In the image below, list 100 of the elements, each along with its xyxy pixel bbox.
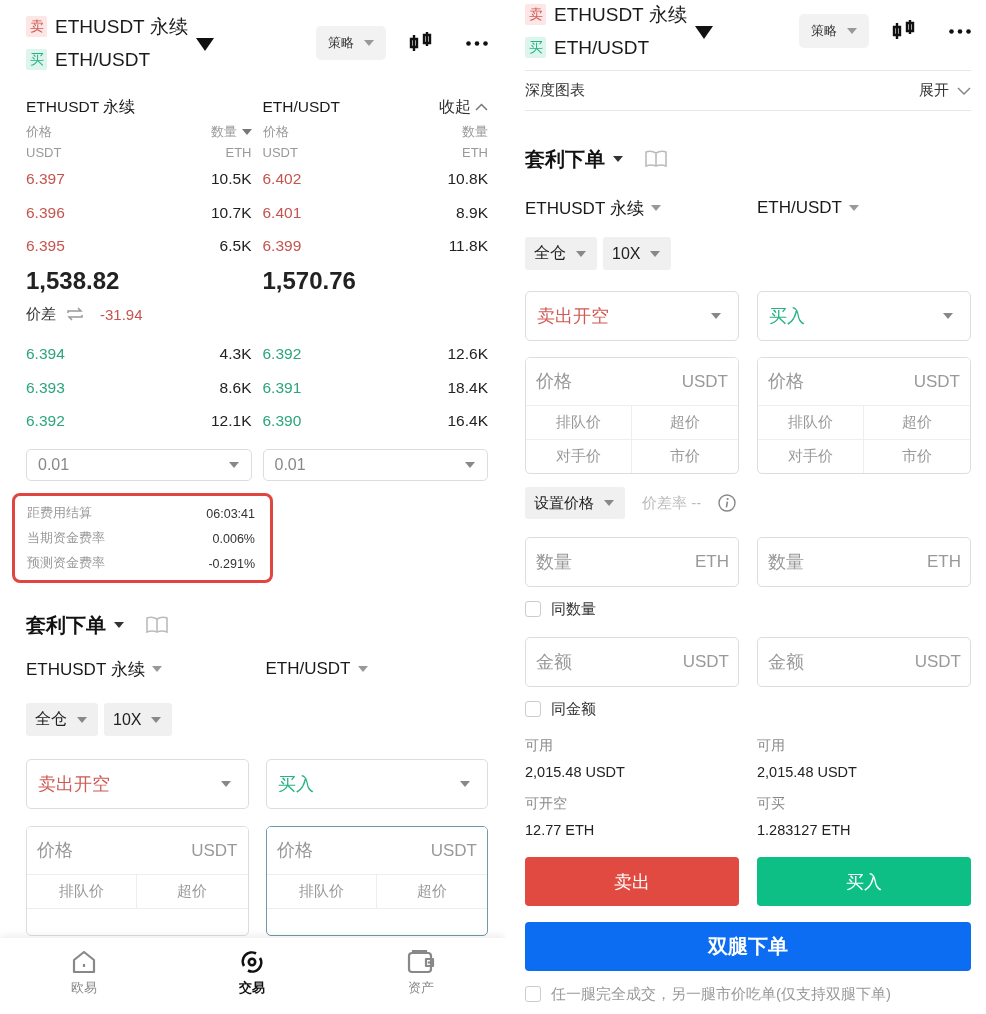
funding-label: 预测资金费率	[27, 555, 105, 573]
section-title: 套利下单	[525, 146, 605, 172]
dropdown-icon[interactable]	[195, 37, 214, 51]
caret-icon	[357, 666, 368, 673]
swap-icon[interactable]	[66, 306, 84, 323]
caret-icon	[847, 28, 857, 34]
last-price: 1,538.82	[26, 266, 121, 297]
spread-value: -31.94	[100, 305, 143, 323]
info-icon[interactable]	[718, 494, 737, 512]
price-level[interactable]: 6.402	[262, 169, 302, 188]
home-icon	[71, 949, 98, 975]
more-icon[interactable]	[466, 40, 488, 46]
balance-value: 1.283127 ETH	[757, 821, 852, 840]
caret-icon	[114, 622, 124, 629]
quick-price-button[interactable]: 排队价	[758, 406, 864, 440]
nav-tab[interactable]: 欧易	[0, 938, 169, 1014]
unit-label: USDT	[682, 652, 729, 672]
caret-icon	[460, 781, 470, 788]
strategy-button[interactable]: 策略	[316, 26, 386, 60]
buy-button[interactable]: 买入	[757, 857, 971, 906]
leg-select[interactable]: ETH/USDT	[757, 198, 859, 218]
precision-select[interactable]: 0.01	[262, 449, 488, 482]
leverage-select[interactable]: 10X	[104, 703, 173, 737]
dropdown-icon[interactable]	[694, 25, 713, 39]
quick-price-button[interactable]: 超价	[137, 875, 248, 910]
price-panel[interactable]: 价格 USDT 排队价 超价	[26, 826, 249, 937]
price-setting-select[interactable]: 设置价格	[525, 487, 625, 519]
quick-price-button[interactable]: 市价	[864, 440, 970, 473]
caret-icon	[711, 313, 721, 319]
strategy-button[interactable]: 策略	[799, 14, 869, 48]
leg-select[interactable]: ETH/USDT	[265, 659, 368, 680]
quick-price-button[interactable]: 排队价	[266, 875, 377, 910]
side-select[interactable]: 卖出开空	[525, 291, 739, 341]
quantity-level: 8.9K	[456, 203, 488, 222]
nav-tab[interactable]: 交易	[168, 938, 337, 1014]
margin-mode-select[interactable]: 全仓	[525, 237, 597, 270]
price-panel[interactable]: 价格 USDT 排队价 超价 对手价 市价	[525, 357, 739, 474]
quick-price-button[interactable]: 排队价	[526, 406, 632, 440]
balance-label: 可用	[757, 736, 786, 755]
funding-value: 06:03:41	[206, 506, 255, 521]
price-level[interactable]: 6.394	[26, 344, 65, 363]
side-select[interactable]: 卖出开空	[26, 759, 249, 810]
book-icon[interactable]	[146, 616, 168, 635]
side-select[interactable]: 买入	[265, 759, 488, 810]
caret-icon	[465, 462, 475, 469]
precision-select[interactable]: 0.01	[26, 449, 252, 482]
price-level[interactable]: 6.397	[26, 169, 65, 188]
quick-price-button[interactable]: 市价	[632, 440, 738, 473]
price-panel[interactable]: 价格 USDT 排队价 超价	[265, 826, 488, 937]
funding-value: -0.291%	[208, 556, 255, 571]
quick-price-button[interactable]: 对手价	[526, 440, 632, 473]
nav-tab[interactable]: 资产	[336, 938, 505, 1014]
caret-icon	[604, 500, 614, 506]
price-level[interactable]: 6.390	[262, 412, 302, 431]
caret-icon	[364, 40, 374, 46]
column-label[interactable]: 数量	[210, 123, 252, 141]
price-level[interactable]: 6.399	[262, 237, 302, 256]
checkbox-label: 同金额	[551, 699, 596, 719]
quick-price-button[interactable]: 超价	[376, 875, 487, 910]
expand-link[interactable]: 展开	[919, 81, 971, 100]
sell-button[interactable]: 卖出	[525, 857, 739, 906]
price-level[interactable]: 6.395	[26, 237, 65, 256]
checkbox-label: 任一腿完全成交，另一腿市价吃单(仅支持双腿下单)	[551, 984, 891, 1004]
balance-label: 可开空	[525, 794, 568, 813]
book-icon[interactable]	[645, 150, 667, 168]
caret-icon	[241, 129, 252, 135]
quick-price-button[interactable]: 对手价	[758, 440, 864, 473]
price-panel[interactable]: 价格 USDT 排队价 超价 对手价 市价	[757, 357, 971, 474]
column-label: 价格	[26, 123, 52, 141]
caret-icon	[650, 205, 661, 211]
quick-price-button[interactable]: 排队价	[27, 875, 138, 910]
price-level[interactable]: 6.392	[26, 412, 65, 431]
unit-label: USDT	[430, 841, 477, 862]
leverage-select[interactable]: 10X	[603, 237, 672, 270]
checkbox[interactable]	[525, 701, 541, 717]
more-icon[interactable]	[949, 28, 971, 34]
quick-price-button[interactable]: 超价	[864, 406, 970, 440]
pair-title: ETH/USDT	[262, 98, 340, 116]
quantity-level: 12.1K	[211, 412, 252, 431]
price-level[interactable]: 6.392	[262, 344, 302, 363]
unit-label: USDT	[914, 652, 961, 672]
side-badge: 买	[26, 49, 47, 70]
unit-label: ETH	[225, 144, 252, 160]
price-level[interactable]: 6.391	[262, 378, 302, 397]
checkbox[interactable]	[525, 601, 541, 617]
checkbox[interactable]	[525, 986, 541, 1002]
unit-label: ETH	[927, 552, 961, 572]
leg-select[interactable]: ETHUSDT 永续	[525, 196, 661, 220]
price-level[interactable]: 6.393	[26, 378, 65, 397]
margin-mode-select[interactable]: 全仓	[26, 703, 98, 737]
collapse-link[interactable]: 收起	[439, 96, 488, 118]
chevron-down-icon	[957, 86, 971, 95]
price-level[interactable]: 6.401	[262, 203, 302, 222]
quick-price-button[interactable]: 超价	[632, 406, 738, 440]
price-level[interactable]: 6.396	[26, 203, 65, 222]
side-select[interactable]: 买入	[757, 291, 971, 341]
pair-name: ETHUSDT 永续	[554, 2, 687, 27]
wallet-icon	[406, 949, 435, 975]
leg-select[interactable]: ETHUSDT 永续	[26, 657, 162, 681]
place-order-button[interactable]: 双腿下单	[525, 922, 971, 971]
